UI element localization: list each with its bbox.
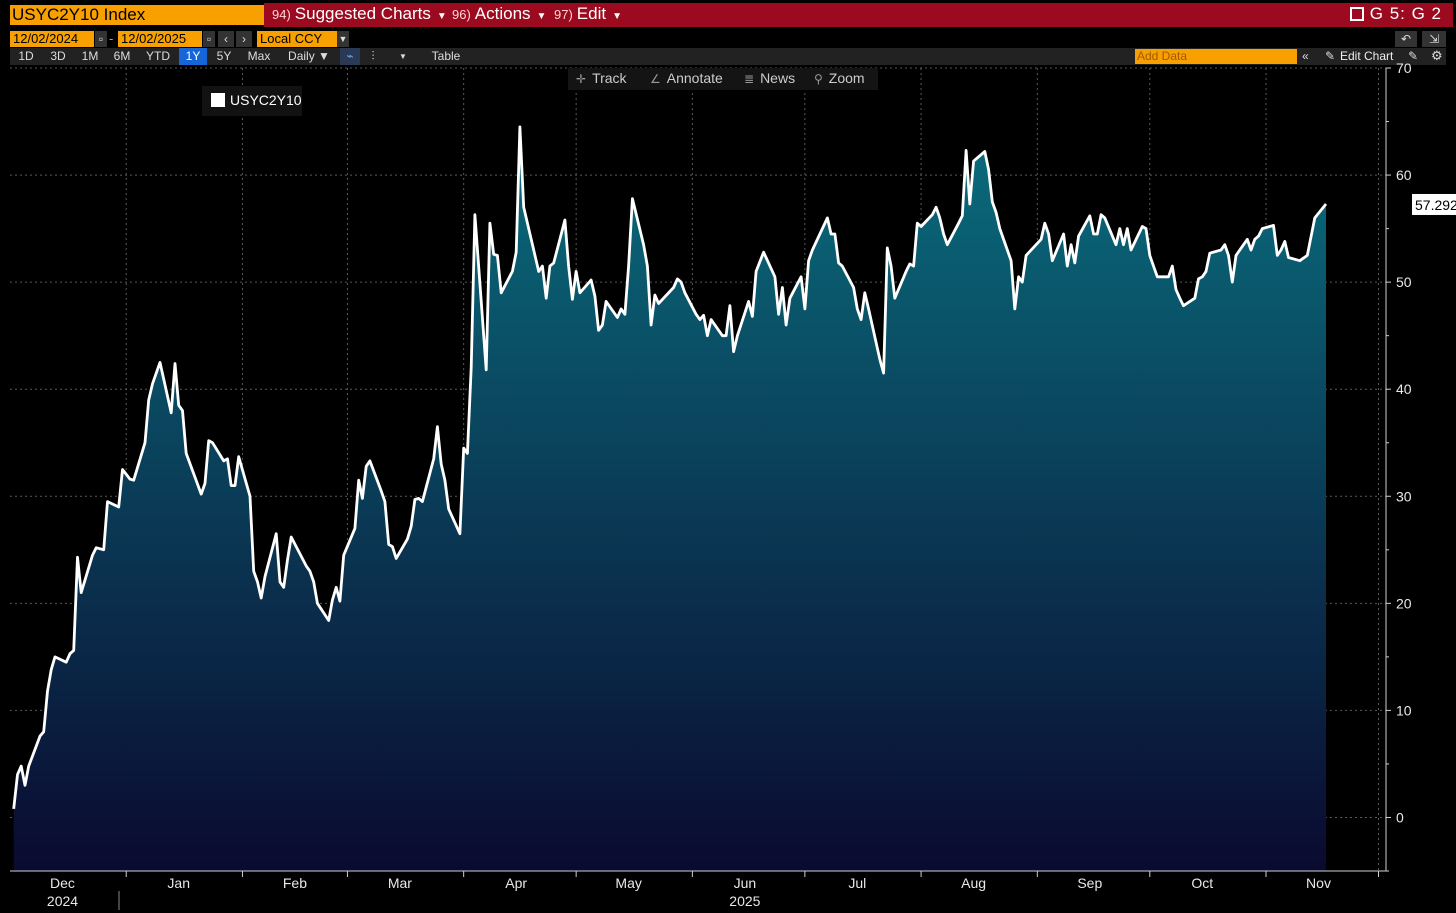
- x-axis: Dec Jan Feb Mar Apr May Jun Jul Aug Sep Oct Nov 2024…: [47, 871, 1380, 910]
- annotate-button[interactable]: ∠ Annotate: [650, 68, 723, 90]
- chart-tools: ✛ Track ∠ Annotate ≣ News ⚲ Zoom: [568, 68, 878, 90]
- chart-area[interactable]: 0 10 20 30 40 50 60 70 Dec Jan Feb Mar Apr May Jun Jul…: [0, 0, 1456, 913]
- y-tick-label: 60: [1396, 167, 1412, 183]
- last-value-label: 57.2923: [1412, 193, 1456, 215]
- zoom-button[interactable]: ⚲ Zoom: [814, 68, 865, 90]
- pen-icon: ∠: [650, 72, 661, 86]
- legend-label: USYC2Y10: [230, 92, 302, 108]
- x-tick-label: Aug: [961, 875, 986, 891]
- y-tick-label: 20: [1396, 595, 1412, 611]
- x-tick-label: Mar: [388, 875, 412, 891]
- x-tick-label: Jun: [734, 875, 757, 891]
- y-tick-label: 50: [1396, 274, 1412, 290]
- x-tick-label: Feb: [283, 875, 307, 891]
- y-tick-label: 30: [1396, 488, 1412, 504]
- legend-swatch: [211, 93, 225, 107]
- x-tick-label: Jul: [848, 875, 866, 891]
- x-tick-label: May: [615, 875, 641, 891]
- x-tick-label: Jan: [167, 875, 190, 891]
- news-icon: ≣: [744, 72, 755, 86]
- x-tick-label: Sep: [1077, 875, 1102, 891]
- y-tick-label: 0: [1396, 809, 1404, 825]
- year-label: 2025: [729, 893, 760, 909]
- year-label: 2024: [47, 893, 78, 909]
- annotate-label: Annotate: [666, 70, 723, 86]
- y-tick-label: 40: [1396, 381, 1412, 397]
- news-button[interactable]: ≣ News: [744, 68, 795, 90]
- y-tick-label: 10: [1396, 702, 1412, 718]
- news-label: News: [760, 70, 796, 86]
- track-button[interactable]: ✛ Track: [576, 68, 627, 90]
- x-tick-label: Oct: [1191, 875, 1213, 891]
- zoom-label: Zoom: [828, 70, 865, 86]
- x-tick-label: Apr: [505, 875, 527, 891]
- crosshair-icon: ✛: [576, 72, 587, 86]
- x-tick-label: Nov: [1306, 875, 1331, 891]
- last-value-text: 57.2923: [1415, 197, 1456, 213]
- legend[interactable]: USYC2Y10: [202, 86, 302, 116]
- y-axis: 0 10 20 30 40 50 60 70: [1386, 60, 1412, 872]
- y-tick-label: 70: [1396, 60, 1412, 76]
- magnifier-icon: ⚲: [814, 72, 823, 86]
- x-tick-label: Dec: [50, 875, 75, 891]
- track-label: Track: [592, 70, 627, 86]
